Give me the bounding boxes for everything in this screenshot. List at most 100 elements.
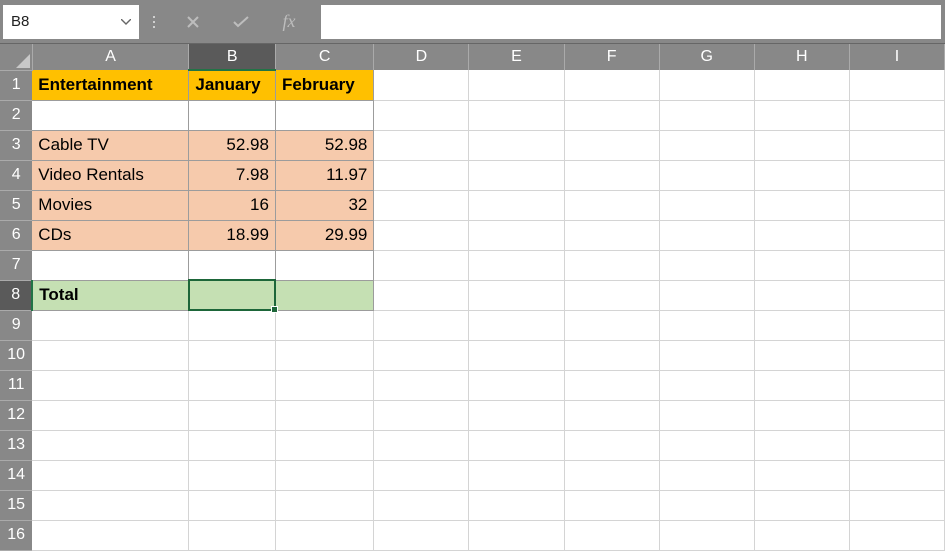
cell-G10[interactable]	[659, 340, 754, 370]
cell-E15[interactable]	[469, 490, 564, 520]
cell-A13[interactable]	[32, 430, 189, 460]
cell-E11[interactable]	[469, 370, 564, 400]
column-header-H[interactable]: H	[754, 44, 849, 70]
cell-G12[interactable]	[659, 400, 754, 430]
cell-H16[interactable]	[754, 520, 849, 550]
cell-E12[interactable]	[469, 400, 564, 430]
cell-H8[interactable]	[754, 280, 849, 310]
cell-C10[interactable]	[275, 340, 373, 370]
cell-G3[interactable]	[659, 130, 754, 160]
column-header-D[interactable]: D	[374, 44, 469, 70]
column-header-F[interactable]: F	[564, 44, 659, 70]
cell-B15[interactable]	[189, 490, 276, 520]
cell-G7[interactable]	[659, 250, 754, 280]
cell-D5[interactable]	[374, 190, 469, 220]
cell-H12[interactable]	[754, 400, 849, 430]
cell-E5[interactable]	[469, 190, 564, 220]
cell-E9[interactable]	[469, 310, 564, 340]
row-header-15[interactable]: 15	[0, 490, 32, 520]
cell-I11[interactable]	[849, 370, 944, 400]
cell-H2[interactable]	[754, 100, 849, 130]
cell-I13[interactable]	[849, 430, 944, 460]
cell-E6[interactable]	[469, 220, 564, 250]
row-header-7[interactable]: 7	[0, 250, 32, 280]
cell-I10[interactable]	[849, 340, 944, 370]
cell-F4[interactable]	[564, 160, 659, 190]
cell-D14[interactable]	[374, 460, 469, 490]
cell-I4[interactable]	[849, 160, 944, 190]
row-header-6[interactable]: 6	[0, 220, 32, 250]
cell-D1[interactable]	[374, 70, 469, 100]
cell-A16[interactable]	[32, 520, 189, 550]
cell-A10[interactable]	[32, 340, 189, 370]
cell-E16[interactable]	[469, 520, 564, 550]
cell-I14[interactable]	[849, 460, 944, 490]
cell-F3[interactable]	[564, 130, 659, 160]
cell-E7[interactable]	[469, 250, 564, 280]
cell-C13[interactable]	[275, 430, 373, 460]
cell-H11[interactable]	[754, 370, 849, 400]
column-header-I[interactable]: I	[849, 44, 944, 70]
cell-H4[interactable]	[754, 160, 849, 190]
cell-B8[interactable]	[189, 280, 276, 310]
cell-G4[interactable]	[659, 160, 754, 190]
cell-H3[interactable]	[754, 130, 849, 160]
cell-F9[interactable]	[564, 310, 659, 340]
cell-C12[interactable]	[275, 400, 373, 430]
select-all-corner[interactable]	[0, 44, 32, 70]
cell-C9[interactable]	[275, 310, 373, 340]
cell-D11[interactable]	[374, 370, 469, 400]
cell-A14[interactable]	[32, 460, 189, 490]
cell-B11[interactable]	[189, 370, 276, 400]
cell-B4[interactable]: 7.98	[189, 160, 276, 190]
cell-G9[interactable]	[659, 310, 754, 340]
cell-C15[interactable]	[275, 490, 373, 520]
cell-C1[interactable]: February	[275, 70, 373, 100]
cell-G8[interactable]	[659, 280, 754, 310]
cell-B2[interactable]	[189, 100, 276, 130]
cell-I9[interactable]	[849, 310, 944, 340]
cell-E2[interactable]	[469, 100, 564, 130]
row-header-13[interactable]: 13	[0, 430, 32, 460]
cell-D15[interactable]	[374, 490, 469, 520]
row-header-12[interactable]: 12	[0, 400, 32, 430]
cell-A6[interactable]: CDs	[32, 220, 189, 250]
cell-I7[interactable]	[849, 250, 944, 280]
cell-B14[interactable]	[189, 460, 276, 490]
cell-B6[interactable]: 18.99	[189, 220, 276, 250]
cell-F16[interactable]	[564, 520, 659, 550]
column-header-E[interactable]: E	[469, 44, 564, 70]
cell-F5[interactable]	[564, 190, 659, 220]
cell-D7[interactable]	[374, 250, 469, 280]
fill-handle[interactable]	[271, 306, 278, 313]
cell-A1[interactable]: Entertainment	[32, 70, 189, 100]
cell-I1[interactable]	[849, 70, 944, 100]
cell-A4[interactable]: Video Rentals	[32, 160, 189, 190]
cell-I8[interactable]	[849, 280, 944, 310]
cell-H10[interactable]	[754, 340, 849, 370]
cell-C6[interactable]: 29.99	[275, 220, 373, 250]
cell-I15[interactable]	[849, 490, 944, 520]
row-header-3[interactable]: 3	[0, 130, 32, 160]
cell-H5[interactable]	[754, 190, 849, 220]
cell-G15[interactable]	[659, 490, 754, 520]
cell-F10[interactable]	[564, 340, 659, 370]
column-header-C[interactable]: C	[275, 44, 373, 70]
cell-F8[interactable]	[564, 280, 659, 310]
cell-B12[interactable]	[189, 400, 276, 430]
cell-F11[interactable]	[564, 370, 659, 400]
row-header-11[interactable]: 11	[0, 370, 32, 400]
cell-A12[interactable]	[32, 400, 189, 430]
cell-F7[interactable]	[564, 250, 659, 280]
cell-I2[interactable]	[849, 100, 944, 130]
row-header-8[interactable]: 8	[0, 280, 32, 310]
row-header-14[interactable]: 14	[0, 460, 32, 490]
cell-I16[interactable]	[849, 520, 944, 550]
column-header-G[interactable]: G	[659, 44, 754, 70]
cell-C8[interactable]	[275, 280, 373, 310]
cell-B7[interactable]	[189, 250, 276, 280]
cell-C16[interactable]	[275, 520, 373, 550]
cell-B9[interactable]	[189, 310, 276, 340]
cell-I12[interactable]	[849, 400, 944, 430]
cell-B16[interactable]	[189, 520, 276, 550]
